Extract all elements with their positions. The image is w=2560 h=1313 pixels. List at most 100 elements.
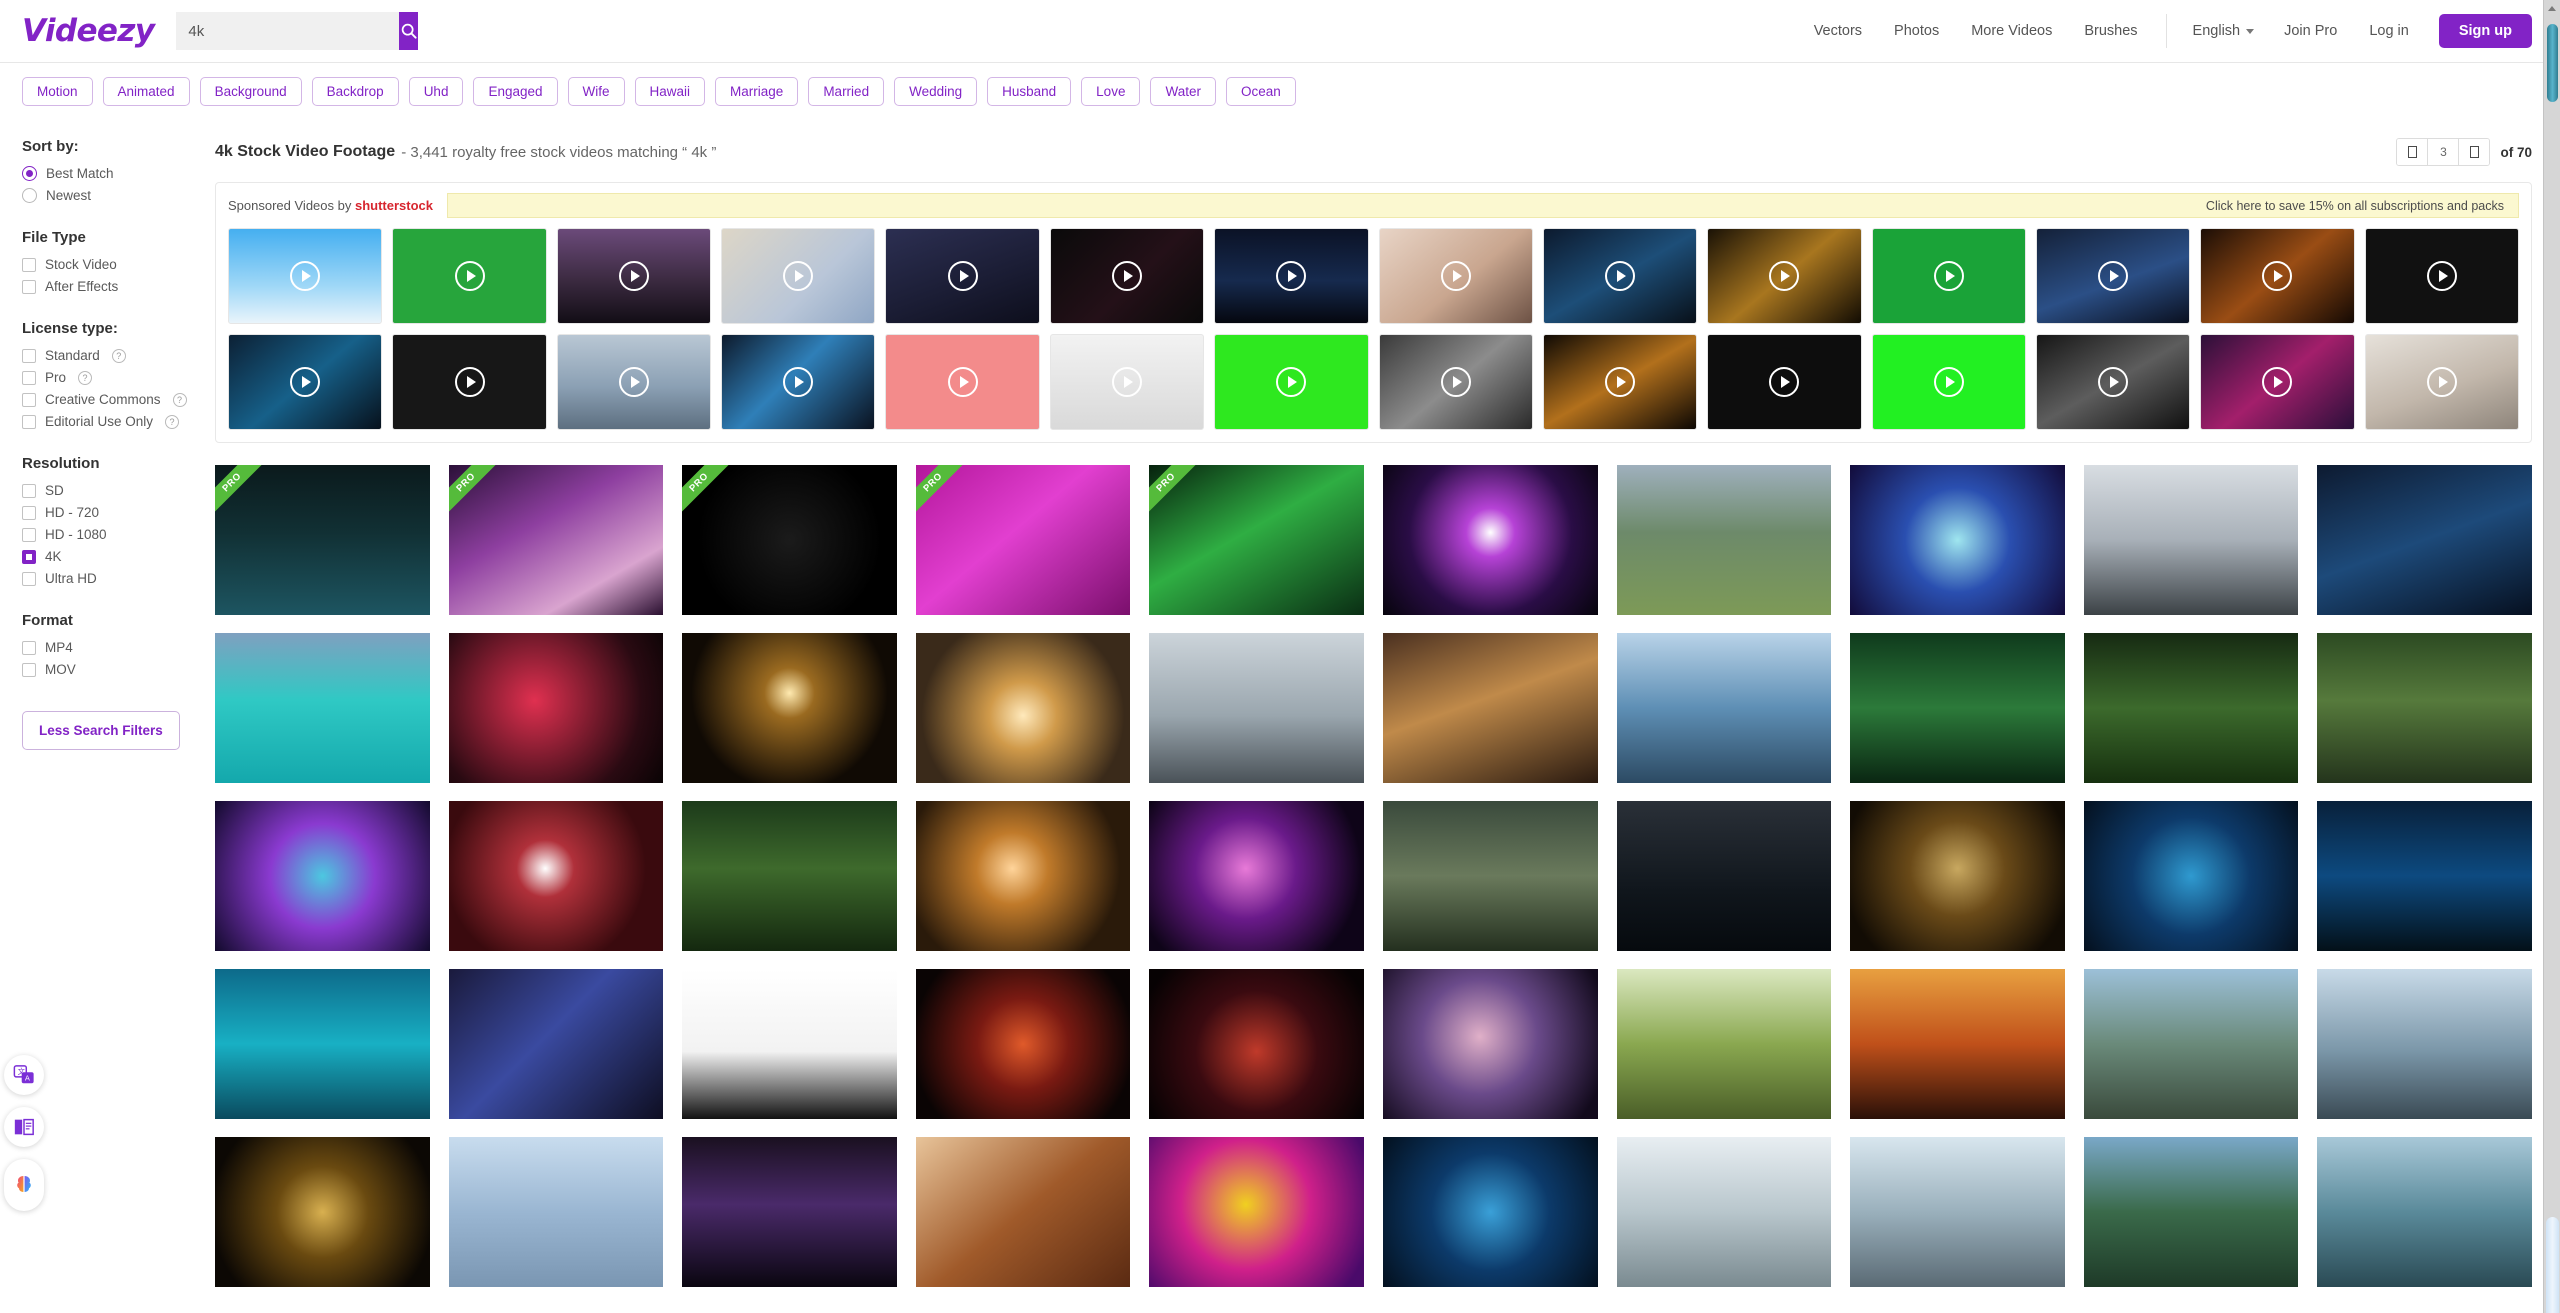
video-result-tile[interactable]: PRO bbox=[215, 465, 430, 615]
filter-resolution-hd1080[interactable]: HD - 1080 bbox=[22, 527, 215, 542]
video-result-tile[interactable] bbox=[448, 969, 664, 1119]
checkbox-icon-after-effects[interactable] bbox=[22, 279, 36, 294]
sponsored-video-thumbnail[interactable] bbox=[1049, 228, 1205, 324]
video-result-tile[interactable] bbox=[1383, 969, 1598, 1119]
video-result-tile[interactable] bbox=[1616, 1137, 1832, 1287]
sponsored-video-thumbnail[interactable] bbox=[885, 228, 1040, 324]
sponsored-video-thumbnail[interactable] bbox=[392, 334, 547, 430]
video-result-tile[interactable] bbox=[2317, 1137, 2532, 1287]
video-result-tile[interactable] bbox=[1149, 969, 1364, 1119]
video-result-tile[interactable] bbox=[1616, 801, 1832, 951]
video-result-tile[interactable] bbox=[682, 801, 897, 951]
nav-item-more-videos[interactable]: More Videos bbox=[1955, 23, 2068, 39]
video-result-tile[interactable] bbox=[1850, 801, 2065, 951]
video-result-tile[interactable] bbox=[1149, 633, 1364, 783]
video-result-tile[interactable]: PRO bbox=[915, 465, 1131, 615]
video-result-tile[interactable] bbox=[1383, 801, 1598, 951]
video-result-tile[interactable] bbox=[1616, 465, 1832, 615]
vertical-scrollbar[interactable] bbox=[2543, 0, 2560, 1313]
sponsored-video-thumbnail[interactable] bbox=[2035, 228, 2191, 324]
scrollbar-thumb-secondary[interactable] bbox=[2546, 1217, 2559, 1313]
dictionary-tool-button[interactable] bbox=[4, 1107, 44, 1147]
tag-chip-water[interactable]: Water bbox=[1150, 77, 1216, 106]
video-result-tile[interactable] bbox=[915, 969, 1131, 1119]
video-result-tile[interactable]: PRO bbox=[448, 465, 664, 615]
tag-chip-ocean[interactable]: Ocean bbox=[1225, 77, 1296, 106]
checkbox-icon-hd1080[interactable] bbox=[22, 527, 36, 542]
checkbox-icon-standard[interactable] bbox=[22, 348, 36, 363]
sponsored-video-thumbnail[interactable] bbox=[556, 228, 712, 324]
video-result-tile[interactable] bbox=[215, 801, 430, 951]
tag-chip-hawaii[interactable]: Hawaii bbox=[634, 77, 706, 106]
video-result-tile[interactable] bbox=[215, 969, 430, 1119]
tag-chip-wedding[interactable]: Wedding bbox=[894, 77, 978, 106]
video-result-tile[interactable] bbox=[1850, 969, 2065, 1119]
tag-chip-uhd[interactable]: Uhd bbox=[408, 77, 464, 106]
pagination-prev-button[interactable] bbox=[2397, 139, 2428, 165]
sponsored-video-thumbnail[interactable] bbox=[2364, 334, 2520, 430]
video-result-tile[interactable] bbox=[1850, 465, 2065, 615]
tag-chip-love[interactable]: Love bbox=[1081, 77, 1141, 106]
checkbox-icon-mov[interactable] bbox=[22, 662, 36, 677]
video-result-tile[interactable] bbox=[915, 801, 1131, 951]
filter-license-creative-commons[interactable]: Creative Commons ? bbox=[22, 392, 215, 407]
video-result-tile[interactable] bbox=[1149, 1137, 1364, 1287]
translate-tool-button[interactable]: 文 A bbox=[4, 1055, 44, 1095]
checkbox-icon-stock-video[interactable] bbox=[22, 257, 36, 272]
search-button[interactable] bbox=[399, 12, 419, 50]
sponsored-video-thumbnail[interactable] bbox=[228, 334, 383, 430]
checkbox-icon-4k[interactable] bbox=[22, 549, 36, 564]
video-result-tile[interactable] bbox=[915, 1137, 1131, 1287]
video-result-tile[interactable] bbox=[2083, 801, 2299, 951]
sponsored-video-thumbnail[interactable] bbox=[1378, 228, 1533, 324]
video-result-tile[interactable] bbox=[1616, 633, 1832, 783]
sponsored-video-thumbnail[interactable] bbox=[1707, 334, 1862, 430]
checkbox-icon-pro[interactable] bbox=[22, 370, 36, 385]
video-result-tile[interactable] bbox=[682, 633, 897, 783]
video-result-tile[interactable] bbox=[448, 801, 664, 951]
sponsored-video-thumbnail[interactable] bbox=[721, 228, 876, 324]
checkbox-icon-ultra-hd[interactable] bbox=[22, 571, 36, 586]
sponsored-video-thumbnail[interactable] bbox=[1049, 334, 1205, 430]
video-result-tile[interactable] bbox=[682, 969, 897, 1119]
tag-chip-backdrop[interactable]: Backdrop bbox=[311, 77, 399, 106]
filter-after-effects[interactable]: After Effects bbox=[22, 279, 215, 294]
help-icon-creative-commons[interactable]: ? bbox=[172, 392, 187, 407]
join-pro-link[interactable]: Join Pro bbox=[2268, 23, 2353, 39]
tag-chip-background[interactable]: Background bbox=[199, 77, 302, 106]
video-result-tile[interactable] bbox=[215, 633, 430, 783]
help-icon-standard[interactable]: ? bbox=[111, 348, 126, 363]
filter-stock-video[interactable]: Stock Video bbox=[22, 257, 215, 272]
checkbox-icon-mp4[interactable] bbox=[22, 640, 36, 655]
filter-license-editorial[interactable]: Editorial Use Only ? bbox=[22, 414, 215, 429]
nav-item-vectors[interactable]: Vectors bbox=[1798, 23, 1878, 39]
help-icon-editorial[interactable]: ? bbox=[165, 414, 180, 429]
filter-resolution-ultra-hd[interactable]: Ultra HD bbox=[22, 571, 215, 586]
sponsored-video-thumbnail[interactable] bbox=[2035, 334, 2191, 430]
video-result-tile[interactable] bbox=[1616, 969, 1832, 1119]
radio-icon-best-match[interactable] bbox=[22, 166, 37, 181]
video-result-tile[interactable] bbox=[2083, 633, 2299, 783]
sponsored-video-thumbnail[interactable] bbox=[721, 334, 876, 430]
less-search-filters-button[interactable]: Less Search Filters bbox=[22, 711, 180, 750]
help-icon-pro[interactable]: ? bbox=[78, 370, 93, 385]
tag-chip-married[interactable]: Married bbox=[808, 77, 885, 106]
filter-license-pro[interactable]: Pro ? bbox=[22, 370, 215, 385]
sponsored-video-thumbnail[interactable] bbox=[228, 228, 383, 324]
video-result-tile[interactable] bbox=[2317, 465, 2532, 615]
filter-resolution-sd[interactable]: SD bbox=[22, 483, 215, 498]
video-result-tile[interactable] bbox=[448, 633, 664, 783]
radio-icon-newest[interactable] bbox=[22, 188, 37, 203]
video-result-tile[interactable] bbox=[448, 1137, 664, 1287]
tag-chip-husband[interactable]: Husband bbox=[987, 77, 1072, 106]
video-result-tile[interactable] bbox=[1383, 633, 1598, 783]
sign-up-button[interactable]: Sign up bbox=[2438, 14, 2532, 48]
language-selector[interactable]: English bbox=[2179, 23, 2269, 39]
promo-banner[interactable]: Click here to save 15% on all subscripti… bbox=[447, 193, 2519, 218]
nav-item-photos[interactable]: Photos bbox=[1878, 23, 1955, 39]
search-input[interactable] bbox=[176, 12, 400, 50]
sponsored-video-thumbnail[interactable] bbox=[2200, 334, 2355, 430]
sponsored-video-thumbnail[interactable] bbox=[1214, 334, 1369, 430]
tag-chip-engaged[interactable]: Engaged bbox=[473, 77, 558, 106]
sponsored-video-thumbnail[interactable] bbox=[1378, 334, 1533, 430]
